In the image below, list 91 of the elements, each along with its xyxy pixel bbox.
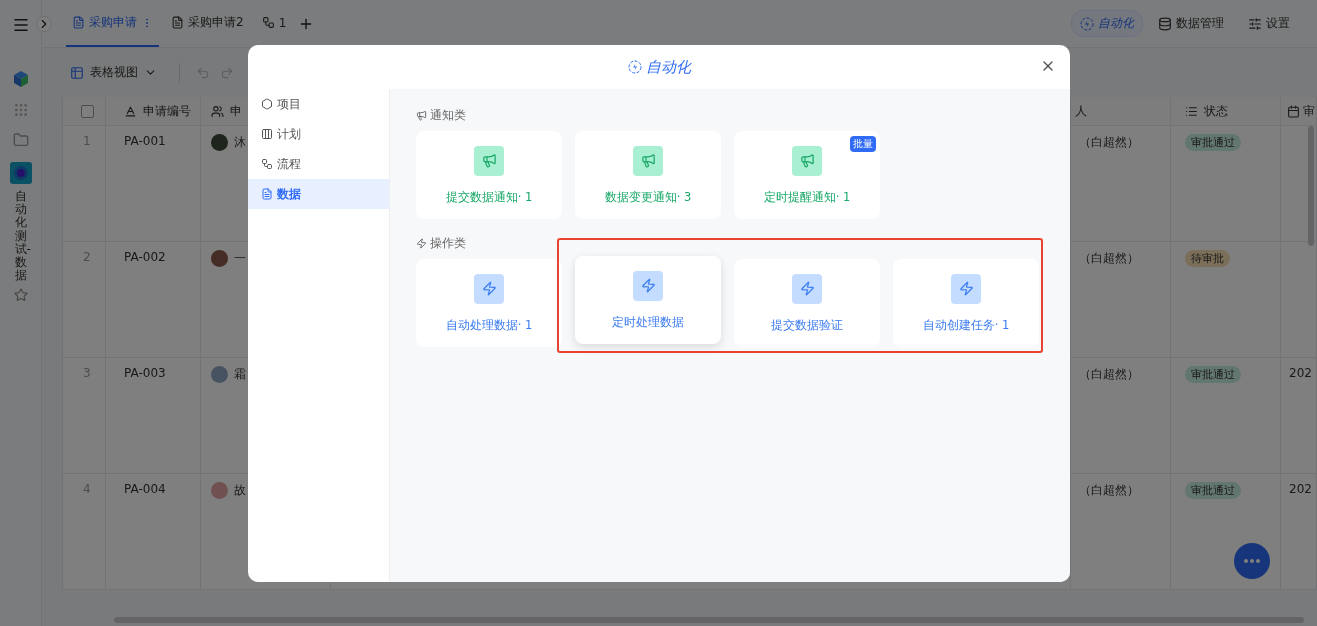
lightning-icon [416, 238, 427, 249]
document-icon [261, 188, 273, 200]
list-icon [1185, 104, 1198, 118]
nav-item[interactable]: 数据 [248, 179, 389, 209]
table-cell: 沐 [234, 134, 246, 151]
header-button[interactable]: 自动化 [1071, 10, 1143, 37]
hexagon-icon [261, 98, 273, 110]
header-button[interactable]: 设置 [1239, 10, 1299, 37]
lightning-icon [481, 281, 497, 296]
flow-icon [261, 16, 275, 29]
people-icon [211, 104, 224, 118]
settings-icon [1248, 16, 1262, 31]
card-label: 提交数据验证 [771, 317, 843, 333]
automation-card[interactable]: 数据变更通知· 3 [575, 131, 721, 219]
header-button[interactable]: 数据管理 [1149, 10, 1233, 37]
table-cell: （白超然） [1079, 366, 1139, 383]
header-label: 人 [1075, 102, 1087, 120]
card-label: 提交数据通知· 1 [445, 189, 533, 205]
automation-icon [627, 60, 642, 74]
document-icon [171, 16, 184, 29]
table-cell: PA-004 [124, 482, 166, 496]
table-icon [70, 65, 84, 80]
avatar [211, 250, 228, 267]
avatar [211, 482, 228, 499]
status-tag: 审批通过 [1185, 366, 1241, 383]
batch-badge: 批量 [850, 136, 876, 152]
section-title: 通知类 [430, 107, 466, 124]
nav-item[interactable]: 项目 [248, 89, 389, 119]
table-cell: PA-003 [124, 366, 166, 380]
automation-card[interactable]: 定时处理数据 [575, 256, 721, 344]
automation-card[interactable]: 提交数据通知· 1 [416, 131, 562, 219]
header-label: 审 [1303, 102, 1315, 120]
tab[interactable]: 1 [255, 0, 293, 47]
table-cell: PA-001 [124, 134, 166, 148]
automation-card[interactable]: 自动处理数据· 1 [416, 259, 562, 347]
nav-item[interactable]: 计划 [248, 119, 389, 149]
redo-icon[interactable] [220, 65, 234, 80]
avatar [211, 366, 228, 383]
megaphone-icon [481, 153, 497, 168]
undo-icon[interactable] [196, 65, 210, 80]
table-cell: PA-002 [124, 250, 166, 264]
columns-icon [261, 128, 273, 140]
folder-icon[interactable] [12, 132, 29, 148]
status-tag: 审批通过 [1185, 134, 1241, 151]
automation-card[interactable]: 自动创建任务· 1 [893, 259, 1039, 347]
menu-icon[interactable] [11, 16, 30, 34]
tab[interactable]: 采购申请2 [165, 0, 250, 47]
lightning-icon [958, 281, 974, 296]
automation-card[interactable]: 定时提醒通知· 1 批量 [734, 131, 880, 219]
table-cell: 霜 [234, 366, 246, 383]
automation-card[interactable]: 提交数据验证 [734, 259, 880, 347]
avatar [211, 134, 228, 151]
megaphone-icon [799, 153, 815, 168]
database-icon [1158, 16, 1172, 31]
status-tag: 待审批 [1185, 250, 1230, 267]
lightning-icon [640, 278, 656, 293]
app-icon[interactable] [9, 162, 32, 184]
dialog-title: 自动化 [627, 57, 691, 77]
table-cell: 一 [234, 250, 246, 267]
table-cell: 故 [234, 482, 246, 499]
checkbox[interactable] [81, 104, 94, 118]
table-cell: （白超然） [1079, 134, 1139, 151]
header-label: 申 [230, 102, 242, 120]
status-tag: 审批通过 [1185, 482, 1241, 499]
table-cell: （白超然） [1079, 482, 1139, 499]
lightning-icon [799, 281, 815, 296]
card-label: 定时处理数据 [612, 314, 684, 330]
card-label: 自动创建任务· 1 [922, 317, 1010, 333]
apps-icon[interactable] [12, 102, 29, 118]
document-icon [72, 16, 85, 29]
header-label: 状态 [1204, 102, 1228, 120]
flow-icon [261, 158, 273, 170]
nav-item[interactable]: 流程 [248, 149, 389, 179]
view-dropdown[interactable]: 表格视图 [64, 60, 163, 85]
text-icon [124, 104, 137, 118]
card-label: 定时提醒通知· 1 [763, 189, 851, 205]
table-cell: （白超然） [1079, 250, 1139, 267]
cube-logo-icon [11, 70, 30, 88]
dots-icon [1244, 559, 1260, 563]
table-cell: 202 [1281, 358, 1317, 474]
card-label: 数据变更通知· 3 [604, 189, 692, 205]
table-cell: 202 [1281, 474, 1317, 590]
card-label: 自动处理数据· 1 [445, 317, 533, 333]
megaphone-icon [416, 110, 427, 121]
automation-icon [1080, 16, 1094, 31]
star-icon[interactable] [13, 288, 28, 303]
megaphone-icon [640, 153, 656, 168]
scrollbar[interactable] [1308, 126, 1314, 246]
calendar-icon [1287, 104, 1300, 118]
header-label: 申请编号 [143, 102, 191, 120]
section-title: 操作类 [430, 235, 466, 252]
